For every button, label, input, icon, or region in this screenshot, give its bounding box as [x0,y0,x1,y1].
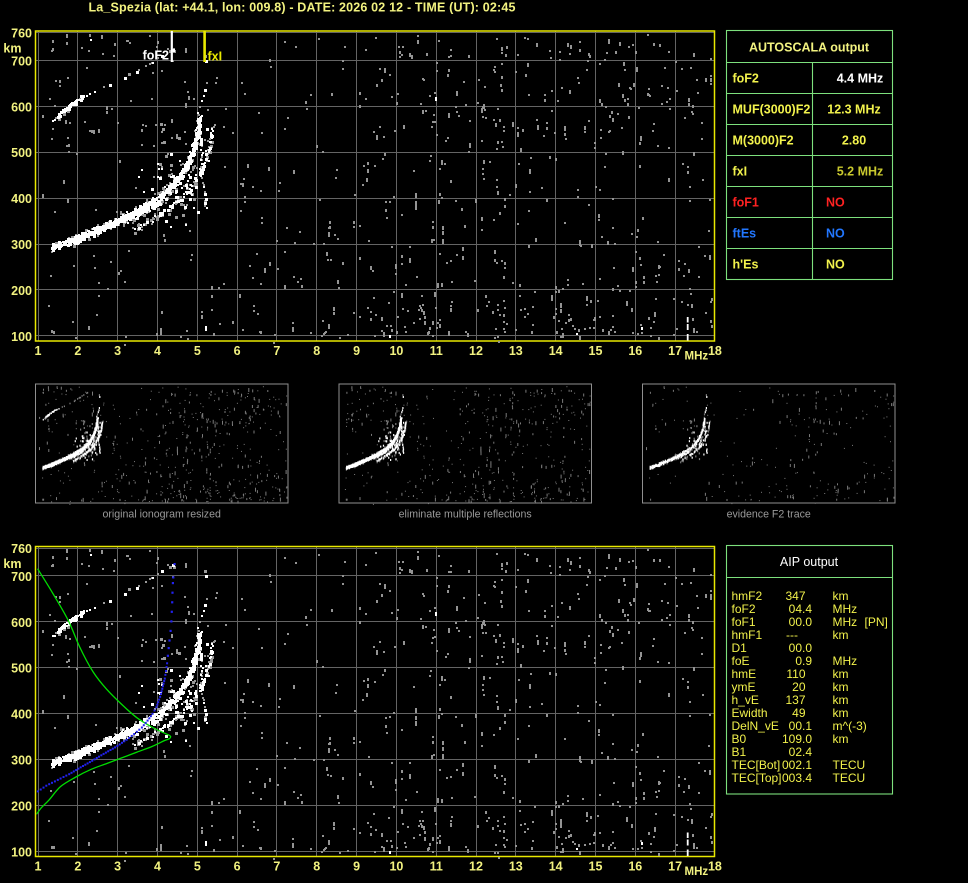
svg-text:6: 6 [234,344,241,358]
svg-text:16: 16 [628,344,642,358]
svg-text:NO: NO [826,227,845,241]
svg-text:ftEs: ftEs [733,227,757,241]
svg-text:100: 100 [11,330,32,344]
svg-text:1: 1 [35,344,42,358]
svg-text:17: 17 [668,344,682,358]
svg-text:M(3000)F2: M(3000)F2 [733,134,794,148]
svg-text:foF2: foF2 [733,72,759,86]
svg-text:km: km [3,42,21,56]
svg-text:La_Spezia (lat: +44.1, lon: 00: La_Spezia (lat: +44.1, lon: 009.8) - DAT… [89,1,516,15]
svg-text:4: 4 [154,344,161,358]
svg-text:AUTOSCALA output: AUTOSCALA output [749,41,870,55]
svg-text:MUF(3000)F2: MUF(3000)F2 [733,103,811,117]
svg-text:foF2: foF2 [143,49,169,63]
svg-text:fxI: fxI [733,165,748,179]
svg-text:eliminate multiple reflections: eliminate multiple reflections [399,509,532,521]
svg-text:12.3 MHz: 12.3 MHz [827,103,881,117]
svg-text:200: 200 [11,284,32,298]
svg-text:7: 7 [273,344,280,358]
svg-text:NO: NO [826,196,845,210]
svg-text:300: 300 [11,238,32,252]
svg-text:NO: NO [826,258,845,272]
svg-text:5.2 MHz: 5.2 MHz [837,165,884,179]
svg-text:3: 3 [114,344,121,358]
svg-text:4.4 MHz: 4.4 MHz [837,72,884,86]
svg-text:760: 760 [11,27,32,41]
svg-text:14: 14 [549,344,563,358]
svg-text:15: 15 [589,344,603,358]
svg-text:9: 9 [353,344,360,358]
svg-text:original ionogram resized: original ionogram resized [103,509,221,521]
svg-text:2: 2 [74,344,81,358]
svg-text:fxI: fxI [208,50,223,64]
svg-text:500: 500 [11,146,32,160]
svg-text:8: 8 [313,344,320,358]
svg-text:2.80: 2.80 [842,134,866,148]
svg-text:5: 5 [194,344,201,358]
svg-text:12: 12 [469,344,483,358]
svg-text:13: 13 [509,344,523,358]
svg-text:400: 400 [11,192,32,206]
svg-text:MHz: MHz [685,351,709,363]
svg-text:foF1: foF1 [733,196,759,210]
svg-text:11: 11 [430,344,443,358]
svg-text:10: 10 [389,344,403,358]
svg-text:600: 600 [11,100,32,114]
svg-text:18: 18 [708,344,722,358]
svg-text:700: 700 [11,54,32,68]
svg-text:h'Es: h'Es [733,258,759,272]
